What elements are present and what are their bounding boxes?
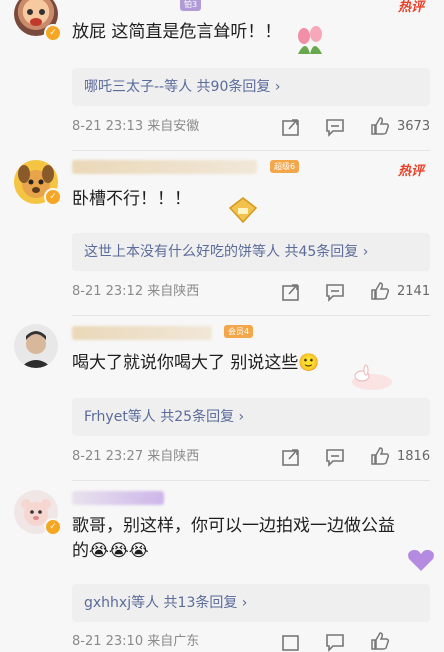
comment-meta: 8-21 23:13 来自安徽 [72, 117, 199, 137]
verified-icon: ✓ [44, 188, 62, 206]
comment-meta: 8-21 23:27 来自陕西 [72, 447, 199, 467]
verified-icon: ✓ [44, 24, 62, 42]
timestamp: 8-21 23:12 [72, 284, 144, 299]
reply-summary-text: 这世上本没有什么好吃的饼等人 共45条回复 › [84, 244, 369, 260]
purple-heart-sticker-icon [408, 549, 434, 571]
comment-text-line1: 歌哥，别这样，你可以一边拍戏一边做公益 [72, 516, 395, 536]
hot-comment-label: 热评 [397, 0, 424, 15]
comment-meta: 8-21 23:10 来自广东 [72, 632, 199, 652]
reply-summary-text: gxhhxj等人 共13条回复 › [84, 595, 248, 611]
username-blurred[interactable] [72, 491, 164, 505]
thumbs-up-icon[interactable] [370, 116, 390, 136]
thumbs-up-icon[interactable] [370, 631, 390, 651]
reply-summary[interactable]: 哪吒三太子--等人 共90条回复 › [72, 68, 430, 106]
man-portrait-avatar-icon [20, 331, 52, 368]
tulip-sticker-icon [298, 26, 322, 54]
comment-text: 卧槽不行！！！ [72, 189, 191, 209]
share-icon[interactable] [281, 447, 301, 467]
divider [72, 480, 430, 481]
like-count: 2141 [397, 284, 431, 299]
comment-text: 放屁 这简直是危言耸听！！ [72, 22, 282, 42]
share-icon[interactable] [281, 282, 301, 302]
level-badge: 铂3 [180, 0, 202, 11]
hot-comment-label: 热评 [397, 164, 424, 179]
location: 来自安徽 [147, 119, 200, 134]
reply-summary[interactable]: 这世上本没有什么好吃的饼等人 共45条回复 › [72, 233, 430, 271]
reply-summary-text: 哪吒三太子--等人 共90条回复 › [84, 79, 281, 95]
reply-summary-text: Frhyet等人 共25条回复 › [84, 409, 245, 425]
reply-summary[interactable]: gxhhxj等人 共13条回复 › [72, 584, 430, 622]
verified-icon: ✓ [44, 518, 62, 536]
divider [72, 150, 430, 151]
comment-icon[interactable] [325, 117, 345, 137]
timestamp: 8-21 23:27 [72, 449, 144, 464]
username-blurred[interactable] [72, 326, 212, 340]
thumbs-up-icon[interactable] [370, 446, 390, 466]
share-icon[interactable] [281, 632, 301, 652]
username-blurred[interactable] [72, 160, 257, 174]
divider [72, 315, 430, 316]
like-count: 3673 [397, 119, 431, 134]
thumbs-up-icon[interactable] [370, 281, 390, 301]
like-count: 1816 [397, 449, 431, 464]
share-icon[interactable] [281, 117, 301, 137]
level-badge: 会员4 [224, 325, 254, 338]
timestamp: 8-21 23:10 [72, 634, 144, 649]
reply-summary[interactable]: Frhyet等人 共25条回复 › [72, 398, 430, 436]
comment-text: 喝大了就说你喝大了 别说这些🙂 [72, 353, 320, 373]
comment-meta: 8-21 23:12 来自陕西 [72, 282, 199, 302]
comment-text-line2: 的😭😭😭 [72, 541, 149, 561]
timestamp: 8-21 23:13 [72, 119, 144, 134]
bunny-sticker-icon [352, 364, 392, 390]
comment-icon[interactable] [325, 282, 345, 302]
comment-icon[interactable] [325, 447, 345, 467]
avatar[interactable] [14, 324, 58, 368]
comment-icon[interactable] [325, 632, 345, 652]
location: 来自陕西 [147, 284, 200, 299]
location: 来自广东 [147, 634, 200, 649]
level-badge: 超级6 [270, 160, 300, 173]
gold-badge-sticker-icon [228, 197, 258, 224]
location: 来自陕西 [147, 449, 200, 464]
